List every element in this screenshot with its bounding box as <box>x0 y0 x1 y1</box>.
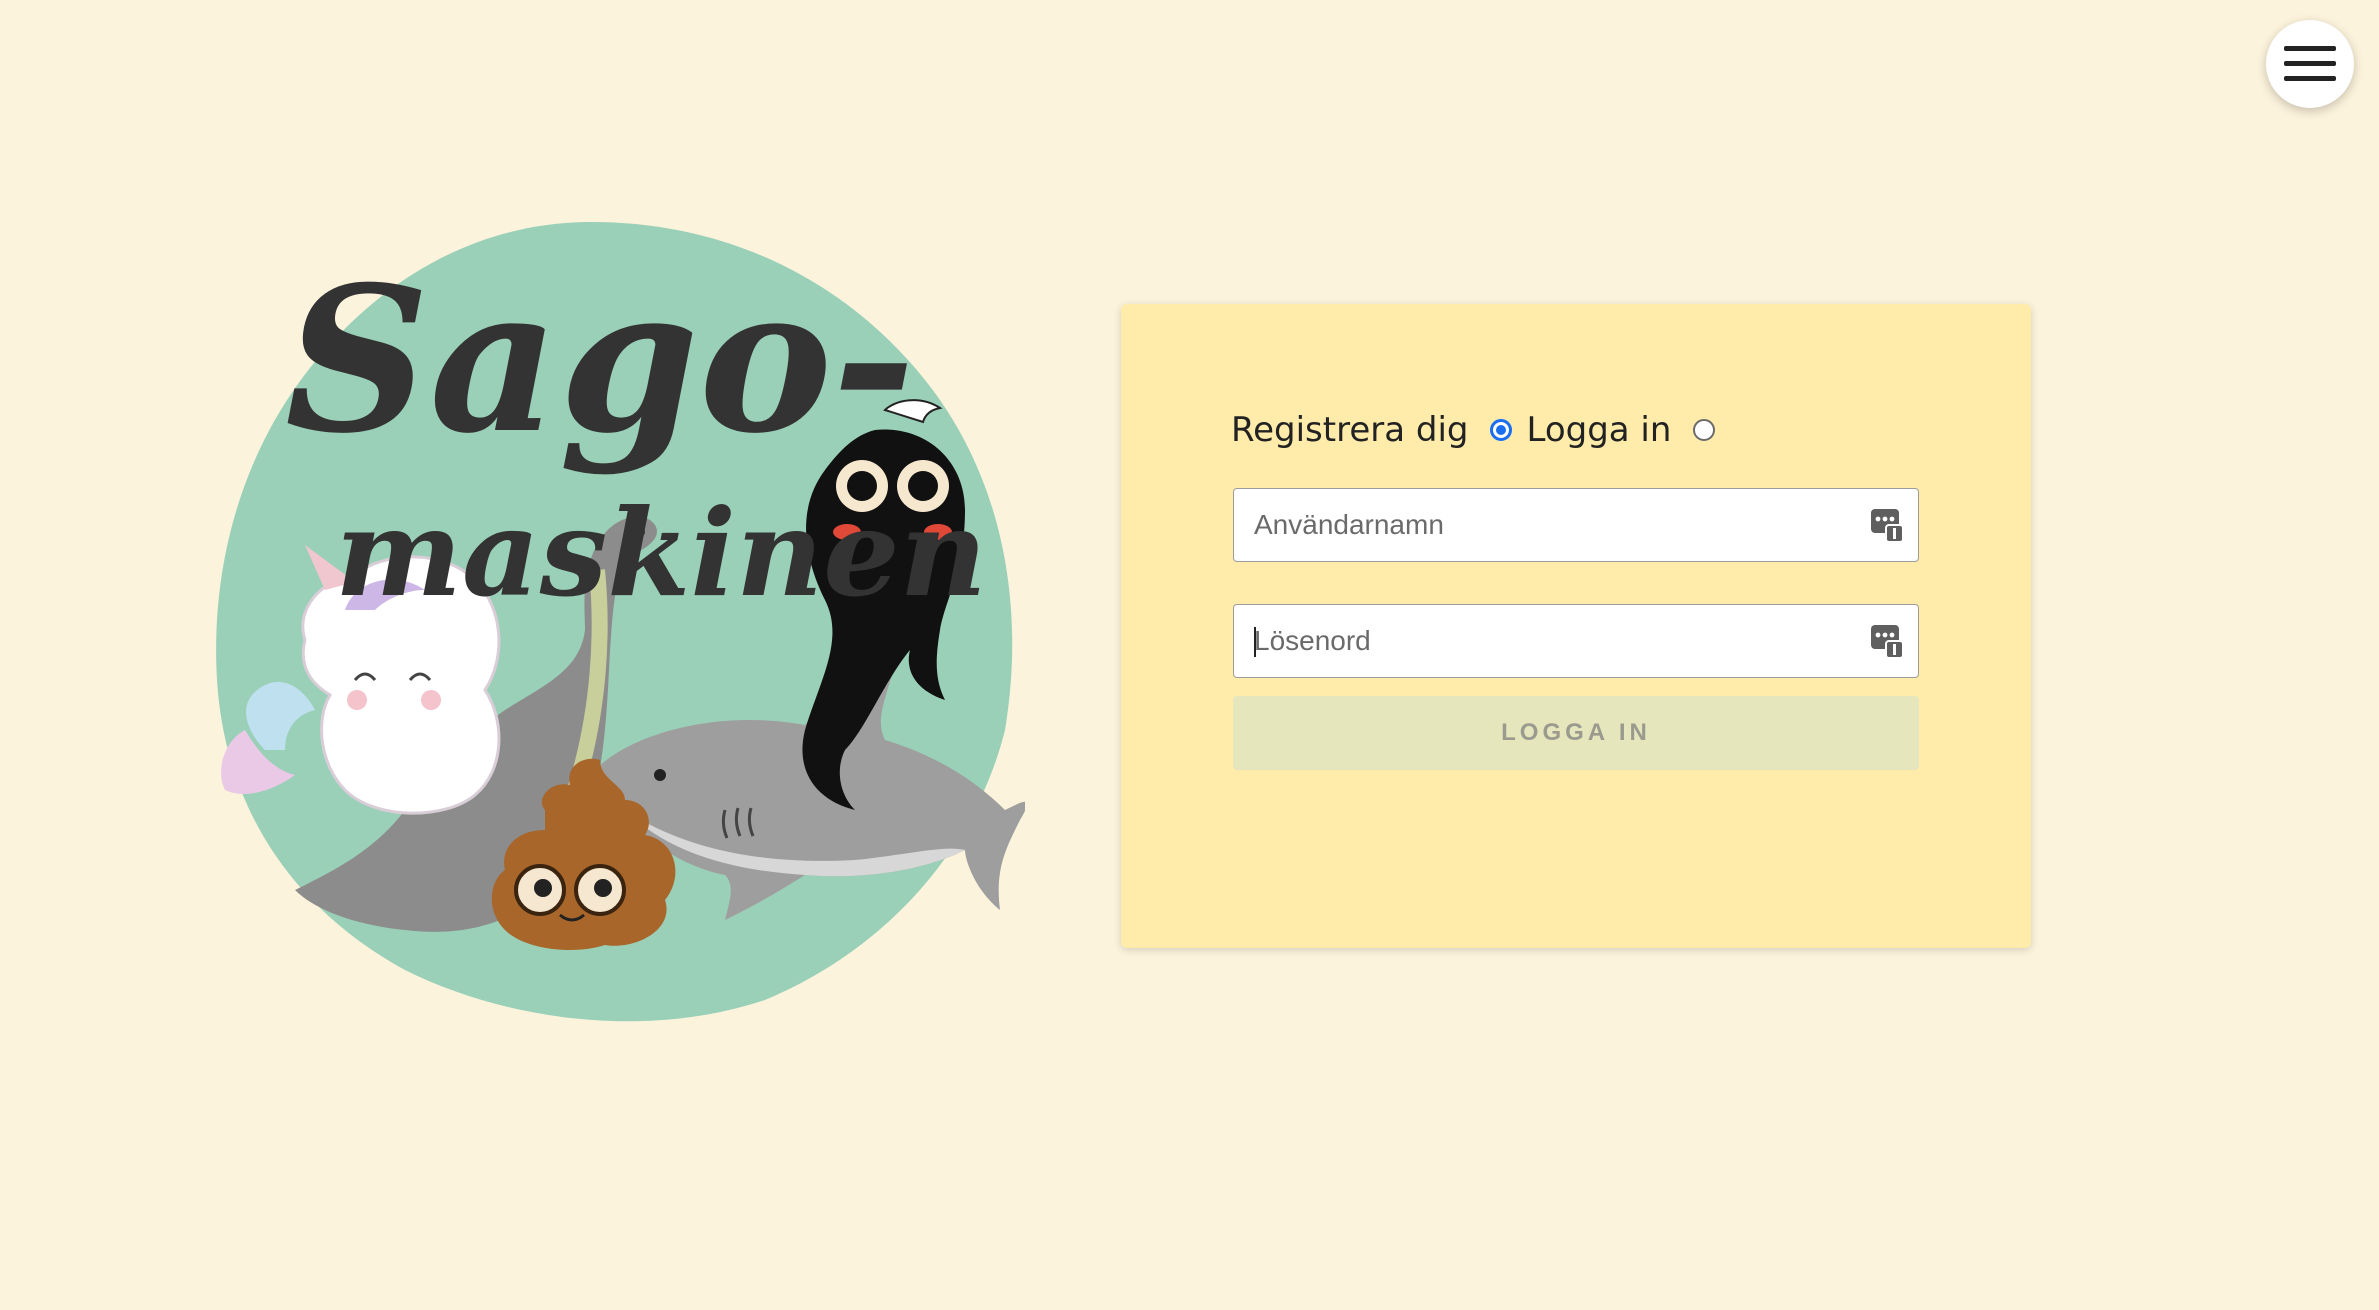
login-label[interactable]: Logga in <box>1526 410 1671 450</box>
hamburger-icon <box>2284 46 2336 81</box>
password-manager-icon[interactable] <box>1870 507 1904 543</box>
text-caret <box>1254 627 1256 657</box>
register-radio[interactable] <box>1490 419 1513 441</box>
register-label[interactable]: Registrera dig <box>1231 410 1468 450</box>
auth-mode-selector: Registrera dig Logga in <box>1231 404 1729 456</box>
username-input[interactable] <box>1234 489 1854 561</box>
logo-title-line2: maskinen <box>335 483 987 624</box>
username-field[interactable] <box>1233 488 1919 562</box>
logo-title-line1: Sago- <box>285 243 915 478</box>
auth-card: Registrera dig Logga in LOGGA IN <box>1121 304 2031 948</box>
logo-artwork: Sago- maskinen <box>216 221 1025 1022</box>
password-manager-icon[interactable] <box>1870 623 1904 659</box>
login-radio[interactable] <box>1693 419 1716 441</box>
password-input[interactable] <box>1234 605 1854 677</box>
login-submit-button[interactable]: LOGGA IN <box>1233 696 1919 770</box>
password-field[interactable] <box>1233 604 1919 678</box>
menu-button[interactable] <box>2266 20 2354 108</box>
hero-illustration: Sago- maskinen <box>205 210 1025 1030</box>
